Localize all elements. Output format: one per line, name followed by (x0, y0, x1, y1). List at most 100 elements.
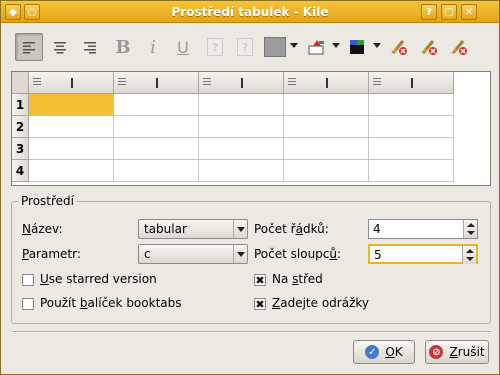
table-cell[interactable] (114, 138, 199, 160)
table-cell[interactable] (369, 116, 454, 138)
grid-corner (12, 72, 29, 94)
close-icon[interactable]: ✕ (461, 4, 477, 20)
table-cell[interactable] (114, 160, 199, 182)
table-cell[interactable] (199, 138, 284, 160)
table-cell[interactable] (284, 94, 369, 116)
bullets-checkbox[interactable]: ✖ (254, 298, 266, 310)
table-grid[interactable]: 1 2 3 4 (11, 71, 491, 186)
row-header[interactable]: 3 (12, 138, 29, 160)
background-color-dropdown-icon[interactable] (290, 43, 298, 48)
text-color-icon (350, 40, 364, 54)
columns-value: 5 (374, 248, 382, 262)
column-header-1[interactable] (29, 72, 114, 94)
environment-group: Prostředí Název: tabular Počet řádků: 4 … (11, 194, 491, 324)
align-center-button[interactable] (46, 33, 74, 61)
table-cell[interactable] (199, 160, 284, 182)
table-cell[interactable] (114, 116, 199, 138)
clear-attributes-button[interactable] (445, 33, 473, 61)
stepper-up-icon[interactable] (467, 223, 475, 227)
table-cell[interactable] (284, 160, 369, 182)
cancel-label: Zrušit (449, 345, 485, 359)
clear-text-icon (421, 40, 437, 55)
maximize-icon[interactable]: □ (441, 4, 457, 20)
parameter-value: c (144, 247, 151, 261)
rows-stepper[interactable] (463, 220, 477, 238)
help-icon[interactable]: ? (421, 4, 437, 20)
italic-icon: i (150, 36, 156, 58)
center-checkbox[interactable]: ✖ (254, 274, 266, 286)
group-title: Prostředí (18, 194, 77, 208)
row-header[interactable]: 4 (12, 160, 29, 182)
table-cell[interactable] (369, 160, 454, 182)
italic-button[interactable]: i (139, 33, 167, 61)
rows-label: Počet řádků: (254, 222, 329, 236)
stepper-up-icon[interactable] (466, 249, 474, 253)
dialog-window: ◆ ○ Prostředí tabulek - Kile ? □ ✕ B i U… (0, 0, 500, 375)
parameter-combo[interactable]: c (138, 244, 248, 264)
background-color-button[interactable] (261, 33, 289, 61)
stepper-down-icon[interactable] (466, 257, 474, 261)
underline-button[interactable]: U (169, 33, 197, 61)
environment-name-combo[interactable]: tabular (138, 219, 248, 239)
column-header-2[interactable] (114, 72, 199, 94)
align-left-icon (118, 78, 126, 86)
align-left-button[interactable] (15, 33, 43, 61)
table-cell[interactable] (284, 138, 369, 160)
column-header-3[interactable] (199, 72, 284, 94)
environment-name-value: tabular (144, 222, 187, 236)
stepper-down-icon[interactable] (467, 231, 475, 235)
table-cell[interactable] (199, 116, 284, 138)
booktabs-label: Použít balíček booktabs (40, 296, 182, 310)
table-cell[interactable] (369, 138, 454, 160)
table-cell[interactable] (29, 160, 114, 182)
separator (11, 331, 491, 333)
align-left-icon (373, 78, 381, 86)
column-header-4[interactable] (284, 72, 369, 94)
column-header-5[interactable] (369, 72, 454, 94)
booktabs-checkbox[interactable] (22, 298, 34, 310)
multirow-icon: ? (237, 38, 253, 56)
column-border-icon (411, 78, 413, 88)
clear-text-button[interactable] (415, 33, 443, 61)
row-header[interactable]: 1 (12, 94, 29, 116)
multicolumn-button[interactable]: ? (201, 33, 229, 61)
align-left-icon (203, 78, 211, 86)
align-right-button[interactable] (76, 33, 104, 61)
table-cell-selected[interactable] (29, 94, 114, 116)
clear-attributes-icon (451, 40, 467, 55)
ok-button[interactable]: ✓ OK (353, 340, 415, 364)
multicolumn-icon: ? (207, 38, 223, 56)
multirow-button[interactable]: ? (231, 33, 259, 61)
table-cell[interactable] (29, 138, 114, 160)
bullets-label: Zadejte odrážky (272, 296, 369, 310)
columns-spinbox[interactable]: 5 (368, 244, 478, 264)
bold-button[interactable]: B (109, 33, 137, 61)
chevron-down-icon[interactable] (233, 220, 247, 238)
cancel-icon: ⊘ (429, 345, 444, 359)
table-cell[interactable] (29, 116, 114, 138)
columns-stepper[interactable] (462, 246, 476, 264)
cancel-button[interactable]: ⊘ Zrušit (425, 340, 489, 364)
table-cell[interactable] (369, 94, 454, 116)
rows-value: 4 (373, 222, 381, 236)
starred-checkbox[interactable] (22, 274, 34, 286)
table-cell[interactable] (114, 94, 199, 116)
paint-button[interactable] (303, 33, 331, 61)
column-border-icon (71, 78, 73, 88)
table-cell[interactable] (199, 94, 284, 116)
chevron-down-icon[interactable] (233, 245, 247, 263)
align-right-icon (84, 42, 96, 54)
title-bar[interactable]: ◆ ○ Prostředí tabulek - Kile ? □ ✕ (1, 1, 499, 23)
ok-label: OK (385, 345, 403, 359)
text-color-button[interactable] (344, 33, 372, 61)
table-cell[interactable] (284, 116, 369, 138)
paint-dropdown-icon[interactable] (332, 43, 340, 48)
starred-label: Use starred version (40, 272, 157, 286)
clear-all-button[interactable] (385, 33, 413, 61)
parameter-label: Parametr: (22, 247, 81, 261)
row-header[interactable]: 2 (12, 116, 29, 138)
rows-spinbox[interactable]: 4 (368, 219, 478, 239)
align-center-icon (54, 42, 66, 54)
text-color-dropdown-icon[interactable] (373, 43, 381, 48)
clear-all-icon (391, 40, 407, 55)
